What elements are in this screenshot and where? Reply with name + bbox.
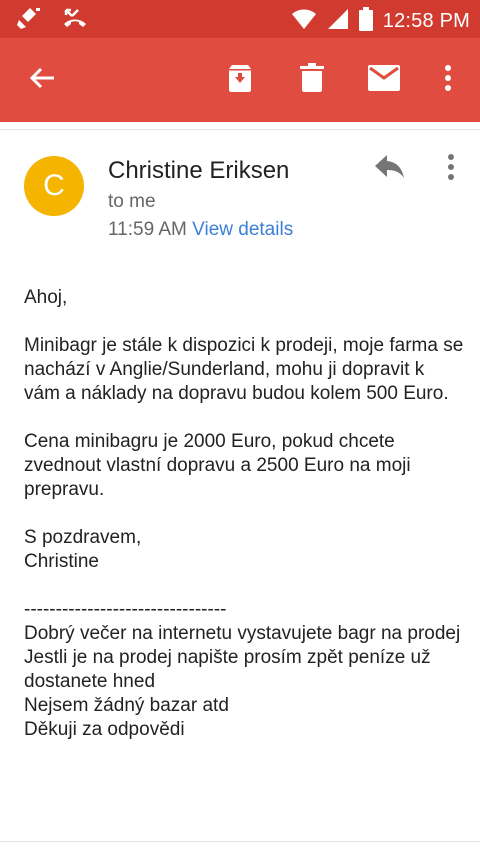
more-vert-icon: [447, 153, 455, 185]
quoted-line: Jestli je na prodej napište prosím zpět …: [24, 647, 431, 692]
status-right-icons: 12:58 PM: [291, 7, 470, 36]
message-body: Ahoj, Minibagr je stále k dispozici k pr…: [24, 286, 464, 742]
footer-divider: [0, 841, 480, 842]
more-options-button[interactable]: [420, 38, 476, 122]
archive-button[interactable]: [212, 38, 268, 122]
body-paragraph: Cena minibagru je 2000 Euro, pokud chcet…: [24, 431, 411, 500]
reply-button[interactable]: [370, 150, 410, 188]
quoted-line: Dobrý večer na internetu vystavujete bag…: [24, 623, 461, 644]
header-divider: [0, 129, 480, 130]
back-button[interactable]: [14, 38, 70, 122]
signature: Christine: [24, 551, 99, 572]
quoted-line: Nejsem žádný bazar atd: [24, 695, 229, 716]
missed-call-icon: [62, 6, 88, 35]
status-left-icons: [16, 6, 88, 35]
more-vert-icon: [444, 64, 452, 96]
reply-icon: [375, 154, 405, 184]
body-paragraph: Minibagr je stále k dispozici k prodeji,…: [24, 335, 464, 404]
status-bar: 12:58 PM: [0, 0, 480, 38]
delete-button[interactable]: [284, 38, 340, 122]
signoff: S pozdravem,: [24, 527, 142, 548]
mark-unread-button[interactable]: [356, 38, 412, 122]
quoted-line: Děkuji za odpovědi: [24, 719, 185, 740]
message-time: 11:59 AM: [108, 219, 187, 240]
greeting: Ahoj,: [24, 287, 68, 308]
mail-icon: [368, 64, 400, 96]
signal-icon: [327, 8, 349, 35]
trash-icon: [300, 62, 324, 98]
avatar[interactable]: C: [24, 156, 84, 216]
message-meta: 11:59 AM View details: [108, 219, 293, 241]
wifi-icon: [291, 8, 317, 35]
message-more-button[interactable]: [436, 150, 466, 188]
quote-separator: --------------------------------: [24, 599, 227, 620]
cleaner-icon: [16, 6, 42, 35]
view-details-link[interactable]: View details: [192, 219, 293, 240]
status-time: 12:58 PM: [382, 10, 470, 32]
app-toolbar: [0, 38, 480, 122]
sender-name: Christine Eriksen: [108, 157, 290, 184]
archive-icon: [225, 63, 255, 98]
battery-icon: [358, 7, 373, 36]
back-arrow-icon: [28, 64, 56, 97]
recipient-label: to me: [108, 191, 156, 212]
